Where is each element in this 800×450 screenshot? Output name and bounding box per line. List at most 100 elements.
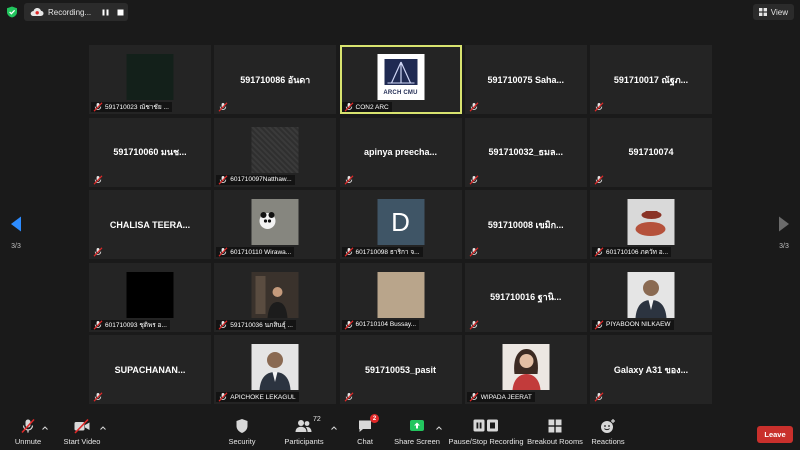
page-indicator-left: 3/3 xyxy=(11,243,21,250)
participant-caption xyxy=(91,174,106,185)
start-video-button[interactable]: Start Video xyxy=(62,412,102,450)
participant-name: 591710008 เขมิก... xyxy=(487,219,564,230)
participant-caption: 601710098 ธาริกา จ... xyxy=(341,247,423,257)
participant-tile[interactable]: 591710017 ณัฐภ... xyxy=(590,45,712,114)
microphone-muted-icon xyxy=(594,174,604,185)
microphone-muted-icon xyxy=(469,102,479,112)
participant-tile[interactable]: 591710036 นภสินธุ์ ... xyxy=(214,262,337,332)
participant-tile[interactable]: WIPADA JEERAT xyxy=(464,335,587,404)
participant-name: 591710053_pasit xyxy=(364,364,437,375)
participant-tile[interactable]: 591710008 เขมิก... xyxy=(464,190,587,259)
microphone-muted-icon xyxy=(218,392,228,402)
shield-icon xyxy=(236,419,248,433)
stop-recording-icon[interactable] xyxy=(114,6,126,18)
participant-name: APICHOKE LEKAGUL xyxy=(230,393,296,401)
microphone-muted-icon xyxy=(344,174,354,185)
participant-tile[interactable]: 591710075 Saha... xyxy=(464,45,587,114)
participants-button[interactable]: 72 Participants xyxy=(284,412,324,450)
avatar-photo xyxy=(627,199,675,245)
prev-page-nav[interactable]: 3/3 xyxy=(6,216,26,250)
pause-recording-icon[interactable] xyxy=(99,6,111,18)
participant-tile[interactable]: 591710086 อันดา xyxy=(214,45,337,114)
audio-options-caret-icon[interactable] xyxy=(41,424,49,432)
participants-label: Participants xyxy=(284,437,324,446)
view-label: View xyxy=(770,7,788,17)
page-indicator-right: 3/3 xyxy=(779,243,789,250)
participant-tile[interactable]: ARCH CMU CON2 ARC xyxy=(339,45,462,114)
participant-caption xyxy=(592,102,607,112)
participant-tile[interactable]: D 601710098 ธาริกา จ... xyxy=(339,190,462,259)
participant-tile[interactable]: 601710097Natthaw... xyxy=(214,117,337,187)
participant-name: CON2 ARC xyxy=(355,103,389,111)
participant-name: 601710104 Bussay... xyxy=(355,321,417,328)
video-feed xyxy=(251,126,299,173)
pause-stop-icon xyxy=(473,419,498,432)
participant-tile[interactable]: 591710053_pasit xyxy=(339,335,462,404)
participant-tile[interactable]: 601710106 ภควัท อ... xyxy=(590,190,712,259)
arch-cmu-logo: ARCH CMU xyxy=(377,54,424,100)
microphone-muted-icon xyxy=(93,392,103,402)
participant-caption xyxy=(467,247,482,257)
recording-label: Recording... xyxy=(48,7,92,17)
grid-view-icon xyxy=(758,8,767,16)
security-button[interactable]: Security xyxy=(225,412,259,450)
participant-tile[interactable]: APICHOKE LEKAGUL xyxy=(214,335,337,404)
next-page-nav[interactable]: 3/3 xyxy=(774,216,794,250)
participant-tile[interactable]: PIYABOON NILKAEW xyxy=(590,262,712,332)
microphone-muted-icon xyxy=(93,174,103,185)
microphone-muted-icon xyxy=(469,174,479,185)
microphone-muted-icon xyxy=(218,174,228,185)
participant-tile[interactable]: CHALISA TEERA... xyxy=(89,190,211,259)
microphone-muted-icon xyxy=(344,319,354,330)
participant-name: 591710074 xyxy=(628,147,674,157)
smiley-plus-icon xyxy=(601,419,615,433)
chat-unread-badge: 2 xyxy=(370,414,379,423)
participant-tile[interactable]: 591710074 xyxy=(590,117,712,187)
participants-options-caret-icon[interactable] xyxy=(330,424,338,432)
reactions-button[interactable]: Reactions xyxy=(590,412,626,450)
participant-name: 591710016 ฐานิ... xyxy=(490,292,562,302)
participant-tile[interactable]: 591710023 ณัชาชัย ... xyxy=(89,45,211,114)
participant-tile[interactable]: 591710060 มนช... xyxy=(89,117,211,187)
microphone-muted-icon xyxy=(469,247,479,257)
view-button[interactable]: View xyxy=(752,4,794,20)
security-label: Security xyxy=(228,437,256,446)
participant-caption xyxy=(467,102,482,112)
video-options-caret-icon[interactable] xyxy=(99,424,107,432)
video-feed xyxy=(377,271,424,318)
participant-caption xyxy=(216,102,231,112)
arch-cmu-logo-text: ARCH CMU xyxy=(383,90,418,96)
participant-tile[interactable]: 601710110 Wirawa... xyxy=(214,190,337,259)
participant-tile[interactable]: 591710032_ธมล... xyxy=(464,117,587,187)
participant-name: 591710036 นภสินธุ์ ... xyxy=(230,321,293,329)
participant-tile[interactable]: 591710016 ฐานิ... xyxy=(464,262,587,332)
breakout-rooms-label: Breakout Rooms xyxy=(527,437,583,446)
breakout-rooms-button[interactable]: Breakout Rooms xyxy=(527,412,583,450)
avatar-photo xyxy=(251,344,299,390)
participant-tile[interactable]: apinya preecha... xyxy=(339,117,462,187)
microphone-muted-icon xyxy=(344,392,354,402)
share-screen-label: Share Screen xyxy=(394,437,440,446)
share-screen-button[interactable]: Share Screen xyxy=(394,412,440,450)
participant-caption xyxy=(91,247,106,257)
recording-indicator: Recording... xyxy=(24,3,128,21)
participant-name: WIPADA JEERAT xyxy=(480,393,532,401)
participant-name: PIYABOON NILKAEW xyxy=(606,321,671,328)
shield-check-icon[interactable] xyxy=(6,6,18,18)
microphone-muted-icon xyxy=(344,102,354,112)
share-options-caret-icon[interactable] xyxy=(435,424,443,432)
microphone-muted-icon xyxy=(218,102,228,112)
participant-name: CHALISA TEERA... xyxy=(109,219,191,230)
chat-button[interactable]: 2 Chat xyxy=(352,412,379,450)
chevron-right-icon[interactable] xyxy=(778,216,790,232)
participant-tile[interactable]: 601710104 Bussay... xyxy=(339,262,462,332)
leave-button[interactable]: Leave xyxy=(757,426,793,443)
participant-caption: 591710023 ณัชาชัย ... xyxy=(91,102,172,112)
chevron-left-icon[interactable] xyxy=(10,216,22,232)
participant-tile[interactable]: SUPACHANAN... xyxy=(89,335,211,404)
participant-tile[interactable]: 601710093 ชุติพร อ... xyxy=(89,262,211,332)
participant-name: apinya preecha... xyxy=(363,147,438,157)
pause-stop-recording-button[interactable]: Pause/Stop Recording xyxy=(448,412,524,450)
participant-tile[interactable]: Galaxy A31 ของ... xyxy=(590,335,712,404)
participant-caption xyxy=(592,392,607,402)
